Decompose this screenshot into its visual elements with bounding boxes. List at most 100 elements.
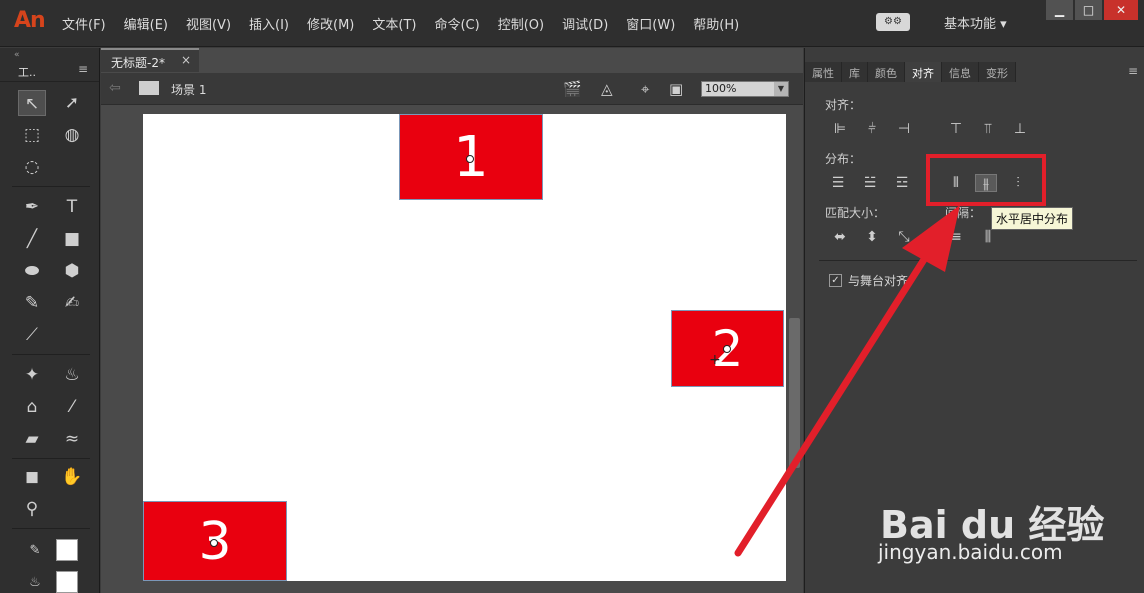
match-height-icon[interactable]: ⬍: [861, 228, 883, 246]
menu-control[interactable]: 控制(O): [498, 14, 544, 33]
clip-stage-icon[interactable]: ▣: [669, 80, 683, 98]
stage[interactable]: 1 2 3 +: [143, 114, 786, 581]
hamburger-icon[interactable]: ≡: [1128, 64, 1138, 78]
camera-tool-icon[interactable]: ◼: [18, 464, 46, 490]
selection-tool-icon[interactable]: ↖: [18, 90, 46, 116]
tooltip: 水平居中分布: [991, 207, 1074, 230]
paint-brush-tool-icon[interactable]: ⟋: [18, 322, 46, 348]
edit-symbols-icon[interactable]: ◬: [601, 80, 613, 98]
pencil-tool-icon[interactable]: ✎: [18, 290, 46, 316]
edit-bar: ⇦ 场景 1 🎬 ◬ ⌖ ▣ 100% ▼: [101, 73, 803, 105]
match-width-height-icon[interactable]: ⤡: [893, 228, 915, 246]
window-controls: ▁ □ ✕: [1044, 0, 1138, 20]
distribute-top-icon[interactable]: ☰: [827, 174, 849, 192]
workspace-switcher[interactable]: 基本功能 ▾: [944, 13, 1007, 32]
hamburger-icon[interactable]: ≡: [78, 62, 88, 76]
maximize-icon[interactable]: □: [1075, 0, 1102, 20]
align-to-stage-checkbox[interactable]: ✓: [829, 274, 842, 287]
close-tab-icon[interactable]: ×: [181, 53, 191, 67]
tool-divider: [12, 528, 90, 529]
menu-debug[interactable]: 调试(D): [562, 14, 608, 33]
menu-help[interactable]: 帮助(H): [693, 14, 739, 33]
menu-bar: An 文件(F) 编辑(E) 视图(V) 插入(I) 修改(M) 文本(T) 命…: [0, 0, 1144, 47]
tab-color[interactable]: 颜色: [868, 62, 905, 82]
scene-icon: [139, 81, 159, 95]
match-size-label: 匹配大小：: [825, 206, 886, 220]
oval-tool-icon[interactable]: ⬬: [18, 258, 46, 284]
free-transform-tool-icon[interactable]: ⬚: [18, 122, 46, 148]
match-width-icon[interactable]: ⬌: [829, 228, 851, 246]
distribute-bottom-icon[interactable]: ☲: [891, 174, 913, 192]
pen-tool-icon[interactable]: ✒: [18, 194, 46, 220]
transform-pivot: [723, 345, 731, 353]
menu-edit[interactable]: 编辑(E): [124, 14, 168, 33]
center-stage-icon[interactable]: ⌖: [641, 80, 649, 98]
tab-info[interactable]: 信息: [942, 62, 979, 82]
vertical-scrollbar[interactable]: [789, 318, 800, 468]
menu-file[interactable]: 文件(F): [62, 14, 106, 33]
text-tool-icon[interactable]: T: [58, 194, 86, 220]
panel-tabs: 属性 库 颜色 对齐 信息 变形: [805, 62, 1016, 82]
minimize-icon[interactable]: ▁: [1046, 0, 1073, 20]
eyedropper-tool-icon[interactable]: ⁄: [58, 394, 86, 420]
subselection-tool-icon[interactable]: ➚: [58, 90, 86, 116]
line-tool-icon[interactable]: ╱: [18, 226, 46, 252]
zoom-tool-icon[interactable]: ⚲: [18, 496, 46, 522]
rectangle-tool-icon[interactable]: ■: [58, 226, 86, 252]
edit-scene-icon[interactable]: 🎬: [563, 80, 582, 98]
red-box-1[interactable]: 1: [399, 114, 543, 200]
back-arrow-icon[interactable]: ⇦: [109, 80, 121, 96]
align-top-icon[interactable]: ⊤: [945, 120, 967, 138]
lasso-tool-icon[interactable]: ◌: [18, 154, 46, 180]
tab-align[interactable]: 对齐: [905, 62, 942, 82]
width-tool-icon[interactable]: ≈: [58, 426, 86, 452]
align-right-icon[interactable]: ⊣: [893, 120, 915, 138]
tab-properties[interactable]: 属性: [805, 62, 842, 82]
transform-pivot: [210, 539, 218, 547]
zoom-select[interactable]: 100% ▼: [701, 81, 789, 97]
polystar-tool-icon[interactable]: ⬢: [58, 258, 86, 284]
bone-tool-icon[interactable]: ✦: [18, 362, 46, 388]
collapse-icon[interactable]: «: [14, 50, 20, 60]
fill-color-swatch[interactable]: [56, 571, 78, 593]
red-box-2[interactable]: 2: [671, 310, 784, 387]
menu-view[interactable]: 视图(V): [186, 14, 231, 33]
document-tab-title: 无标题-2*: [111, 56, 165, 70]
scene-name[interactable]: 场景 1: [171, 81, 206, 98]
fill-color-icon: ♨: [29, 575, 41, 590]
space-evenly-vertical-icon[interactable]: ≡: [945, 228, 967, 246]
paint-bucket-tool-icon[interactable]: ♨: [58, 362, 86, 388]
align-horizontal-center-icon[interactable]: ⫩: [861, 120, 883, 138]
menu-commands[interactable]: 命令(C): [434, 14, 479, 33]
space-evenly-horizontal-icon[interactable]: ⫼: [977, 228, 999, 246]
document-area: 无标题-2* × ⇦ 场景 1 🎬 ◬ ⌖ ▣ 100% ▼ 1 2 3 +: [101, 48, 803, 593]
stroke-color-swatch[interactable]: [56, 539, 78, 561]
menu-insert[interactable]: 插入(I): [249, 14, 289, 33]
align-left-icon[interactable]: ⊫: [829, 120, 851, 138]
close-icon[interactable]: ✕: [1104, 0, 1138, 20]
align-bottom-icon[interactable]: ⊥: [1009, 120, 1031, 138]
align-vertical-center-icon[interactable]: ⫪: [977, 120, 999, 138]
tab-library[interactable]: 库: [842, 62, 868, 82]
ink-bottle-tool-icon[interactable]: ⌂: [18, 394, 46, 420]
zoom-value: 100%: [705, 82, 737, 95]
tools-title: 工..: [18, 66, 36, 79]
spacing-label: 间隔：: [945, 206, 982, 220]
document-tab[interactable]: 无标题-2* ×: [101, 48, 199, 72]
tools-header: « 工.. ≡: [0, 48, 99, 82]
hand-tool-icon[interactable]: ✋: [58, 464, 86, 490]
app-logo: An: [14, 8, 46, 33]
menu-modify[interactable]: 修改(M): [307, 14, 354, 33]
panel-divider: [819, 260, 1137, 261]
distribute-vertical-center-icon[interactable]: ☱: [859, 174, 881, 192]
red-box-3[interactable]: 3: [143, 501, 287, 581]
sync-settings-button[interactable]: ⚙⚙: [876, 13, 910, 31]
eraser-tool-icon[interactable]: ▰: [18, 426, 46, 452]
3d-rotation-tool-icon[interactable]: ◍: [58, 122, 86, 148]
tab-transform[interactable]: 变形: [979, 62, 1016, 82]
menu-text[interactable]: 文本(T): [372, 14, 416, 33]
stroke-color-icon: ✎: [29, 543, 41, 558]
brush-tool-icon[interactable]: ✍: [58, 290, 86, 316]
menu-window[interactable]: 窗口(W): [626, 14, 675, 33]
chevron-down-icon[interactable]: ▼: [774, 82, 788, 96]
